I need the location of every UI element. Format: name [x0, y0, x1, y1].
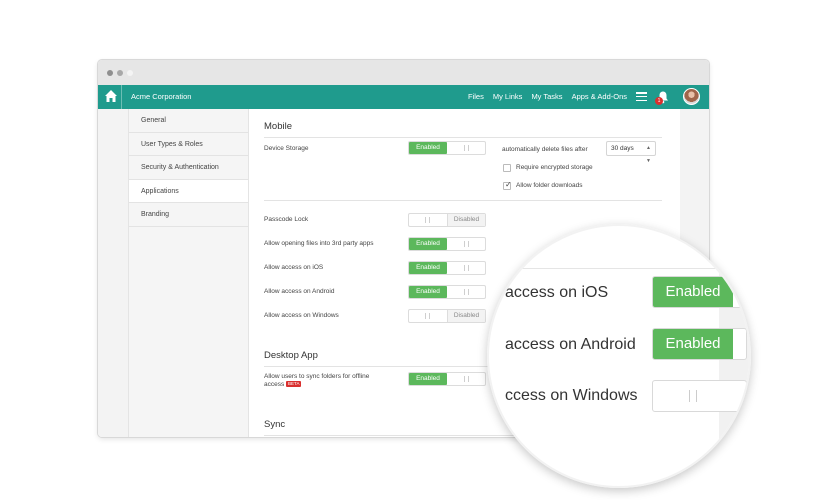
- toggle-grip-icon: [464, 145, 469, 151]
- user-avatar[interactable]: [683, 88, 700, 105]
- nav-my-tasks[interactable]: My Tasks: [531, 92, 562, 101]
- toggle-disabled-label: Disabled: [447, 214, 485, 226]
- chevron-down-icon: ▲ ▼: [646, 145, 651, 164]
- notification-count-badge: 1: [655, 97, 663, 105]
- toggle-grip-icon: [464, 289, 469, 295]
- windows-access-label: Allow access on Windows: [264, 312, 339, 319]
- sidebar-item-general[interactable]: General: [129, 109, 248, 133]
- section-divider: [264, 137, 662, 138]
- nav-apps-addons[interactable]: Apps & Add-Ons: [572, 92, 627, 101]
- android-access-toggle[interactable]: Enabled: [408, 285, 486, 299]
- nav-files[interactable]: Files: [468, 92, 484, 101]
- sidebar-item-applications[interactable]: Applications: [129, 179, 248, 203]
- toggle-grip-icon: [464, 265, 469, 271]
- window-dot-close[interactable]: [107, 70, 113, 76]
- allow-folder-downloads-checkbox[interactable]: ✓: [503, 180, 512, 190]
- toggle-enabled-label: Enabled: [409, 286, 447, 298]
- device-storage-label: Device Storage: [264, 145, 309, 152]
- section-title-mobile: Mobile: [264, 121, 292, 132]
- toggle-grip-icon: [464, 241, 469, 247]
- sync-folders-label-line2: access: [264, 381, 285, 388]
- section-title-desktop-app: Desktop App: [264, 350, 318, 361]
- window-dot-maximize[interactable]: [127, 70, 133, 76]
- checkmark-icon: ✓: [505, 180, 512, 189]
- magnified-windows-toggle[interactable]: [652, 380, 747, 412]
- allow-folder-downloads-label: Allow folder downloads: [516, 182, 583, 189]
- nav-my-links[interactable]: My Links: [493, 92, 523, 101]
- magnifier-divider: [489, 268, 749, 269]
- sync-folders-label-line1: Allow users to sync folders for offline: [264, 373, 370, 380]
- magnified-ios-toggle[interactable]: Enabled: [652, 276, 747, 308]
- company-name[interactable]: Acme Corporation: [131, 92, 191, 101]
- windows-access-toggle[interactable]: Disabled: [408, 309, 486, 323]
- passcode-lock-toggle[interactable]: Disabled: [408, 213, 486, 227]
- ios-access-label: Allow access on iOS: [264, 264, 324, 271]
- device-storage-toggle[interactable]: Enabled: [408, 141, 486, 155]
- third-party-apps-label: Allow opening files into 3rd party apps: [264, 240, 374, 247]
- sidebar-item-branding[interactable]: Branding: [129, 203, 248, 227]
- require-encrypted-label: Require encrypted storage: [516, 164, 593, 171]
- passcode-lock-label: Passcode Lock: [264, 216, 309, 223]
- beta-badge: BETA: [286, 381, 302, 387]
- top-nav-links: Files My Links My Tasks Apps & Add-Ons: [468, 92, 627, 101]
- magnified-ios-label: access on iOS: [505, 284, 609, 301]
- home-icon[interactable]: [104, 89, 118, 104]
- toggle-grip-icon: [464, 376, 469, 382]
- require-encrypted-checkbox[interactable]: [503, 164, 511, 172]
- magnified-enabled-label: Enabled: [653, 277, 733, 307]
- third-party-apps-toggle[interactable]: Enabled: [408, 237, 486, 251]
- magnified-android-label: access on Android: [505, 336, 636, 353]
- left-gutter: [98, 109, 128, 437]
- ios-access-toggle[interactable]: Enabled: [408, 261, 486, 275]
- toggle-grip-icon: [689, 390, 697, 402]
- sidebar-item-security-authentication[interactable]: Security & Authentication: [129, 156, 248, 180]
- sync-folders-toggle[interactable]: Enabled: [408, 372, 486, 386]
- sync-folders-label: Allow users to sync folders for offline …: [264, 373, 369, 389]
- toggle-grip-icon: [425, 217, 430, 223]
- toggle-enabled-label: Enabled: [409, 373, 447, 385]
- magnified-android-toggle[interactable]: Enabled: [652, 328, 747, 360]
- magnifier-lens: access on iOS Enabled access on Android …: [487, 224, 751, 488]
- toggle-enabled-label: Enabled: [409, 262, 447, 274]
- toggle-disabled-label: Disabled: [447, 310, 485, 322]
- magnified-windows-label: ccess on Windows: [505, 387, 638, 404]
- window-dot-minimize[interactable]: [117, 70, 123, 76]
- section-title-sync: Sync: [264, 419, 286, 430]
- sidebar-item-user-types-roles[interactable]: User Types & Roles: [129, 133, 248, 156]
- toggle-enabled-label: Enabled: [409, 142, 447, 154]
- auto-delete-select[interactable]: 30 days ▲ ▼: [606, 141, 656, 164]
- top-nav-bar: Acme Corporation Files My Links My Tasks…: [98, 85, 709, 109]
- hamburger-menu-icon[interactable]: [636, 92, 647, 102]
- window-titlebar: [98, 60, 709, 85]
- android-access-label: Allow access on Android: [264, 288, 335, 295]
- topbar-divider: [121, 85, 122, 109]
- magnified-enabled-label: Enabled: [653, 329, 733, 359]
- auto-delete-value: 30 days: [611, 145, 634, 152]
- row-divider: [264, 200, 662, 201]
- auto-delete-label: automatically delete files after: [502, 146, 588, 153]
- toggle-enabled-label: Enabled: [409, 238, 447, 250]
- toggle-grip-icon: [425, 313, 430, 319]
- settings-sidebar: General User Types & Roles Security & Au…: [128, 109, 249, 437]
